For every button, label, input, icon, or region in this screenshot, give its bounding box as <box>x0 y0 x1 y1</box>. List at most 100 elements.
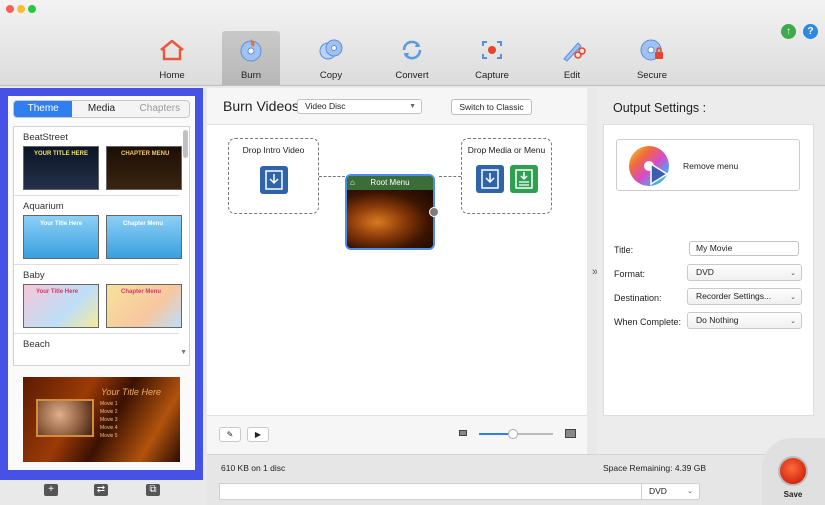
format-select[interactable]: DVD ⌄ <box>687 264 802 281</box>
root-menu-header: ⌂ Root Menu <box>347 176 433 190</box>
theme-thumb-baby-chapter[interactable]: Chapter Menu <box>106 284 182 328</box>
title-label: Title: <box>614 245 634 255</box>
preview-photo <box>36 399 94 437</box>
format-value: DVD <box>696 267 714 277</box>
output-settings-box: Remove menu Title: My Movie Format: DVD … <box>603 124 814 416</box>
link-handle-icon[interactable] <box>429 207 439 217</box>
toolbar-home[interactable]: Home <box>143 31 201 85</box>
disc-capacity-bar <box>219 483 643 500</box>
drop-media-label: Drop Media or Menu <box>467 145 546 155</box>
theme-list-scrollbar[interactable] <box>183 130 188 158</box>
toolbar-burn[interactable]: Burn <box>222 31 280 85</box>
add-theme-icon[interactable]: + <box>44 484 58 496</box>
duplicate-theme-icon[interactable]: ⧉ <box>146 484 160 496</box>
disc-format-value: DVD <box>649 486 667 496</box>
zoom-slider-knob[interactable] <box>508 429 518 439</box>
preview-item: Movie 4 <box>100 425 118 431</box>
switch-to-classic-button[interactable]: Switch to Classic <box>451 99 532 115</box>
tab-media[interactable]: Media <box>72 101 130 117</box>
root-menu-thumbnail <box>347 190 433 248</box>
preview-title: Your Title Here <box>101 387 161 397</box>
save-label: Save <box>783 490 803 499</box>
toolbar-copy[interactable]: Copy <box>302 31 360 85</box>
toolbar-capture[interactable]: Capture <box>463 31 521 85</box>
remove-menu-button[interactable]: Remove menu <box>616 139 800 191</box>
window-zoom-button[interactable] <box>28 5 36 13</box>
edit-icon <box>563 42 586 62</box>
menu-workspace[interactable]: Drop Intro Video ⌂ Root Menu Drop Media … <box>207 124 587 416</box>
burn-disc-icon <box>240 39 262 62</box>
replace-theme-icon[interactable]: ⇄ <box>94 484 108 496</box>
upgrade-arrow-icon[interactable]: ↑ <box>781 24 796 39</box>
theme-thumb-baby-title[interactable]: Your Title Here <box>23 284 99 328</box>
format-label: Format: <box>614 269 646 279</box>
preview-item: Movie 2 <box>100 409 118 415</box>
root-menu-label: Root Menu <box>370 178 410 187</box>
theme-thumb-aquarium-title[interactable]: Your Title Here <box>23 215 99 259</box>
large-image-icon <box>565 429 576 438</box>
burn-panel: Burn Videos Video Disc ▼ Switch to Class… <box>207 88 587 454</box>
theme-name-aquarium: Aquarium <box>23 201 64 212</box>
menu-import-icon <box>510 165 538 193</box>
chevron-down-icon: ⌄ <box>790 294 796 301</box>
play-preview-icon[interactable]: ▶ <box>247 427 269 442</box>
toolbar-convert[interactable]: Convert <box>383 31 441 85</box>
scroll-down-icon[interactable]: ▼ <box>180 349 187 356</box>
destination-select[interactable]: Recorder Settings... ⌄ <box>687 288 802 305</box>
toolbar-secure[interactable]: Secure <box>623 31 681 85</box>
tab-chapters[interactable]: Chapters <box>131 101 189 117</box>
when-complete-value: Do Nothing <box>696 315 739 325</box>
chevron-down-icon: ⌄ <box>790 270 796 277</box>
theme-list[interactable]: BeatStreet YOUR TITLE HERE CHAPTER MENU … <box>13 126 190 366</box>
copy-disc-icon <box>319 39 343 60</box>
theme-name-baby: Baby <box>23 270 45 281</box>
theme-thumb-aquarium-chapter[interactable]: Chapter Menu <box>106 215 182 259</box>
disc-type-select[interactable]: Video Disc ▼ <box>297 99 422 114</box>
toolbar-capture-label: Capture <box>475 70 509 81</box>
space-remaining-text: Space Remaining: 4.39 GB <box>603 463 707 473</box>
theme-thumb-beatstreet-chapter[interactable]: CHAPTER MENU <box>106 146 182 190</box>
window-close-button[interactable] <box>6 5 14 13</box>
toolbar-burn-label: Burn <box>240 70 262 81</box>
chevron-down-icon: ▼ <box>409 103 416 110</box>
connector-line <box>439 176 461 177</box>
theme-thumb-beatstreet-title[interactable]: YOUR TITLE HERE <box>23 146 99 190</box>
destination-value: Recorder Settings... <box>696 291 772 301</box>
title-input[interactable]: My Movie <box>689 241 799 256</box>
disc-format-select[interactable]: DVD ⌄ <box>641 483 700 500</box>
small-image-icon <box>459 430 467 436</box>
output-settings-title: Output Settings : <box>613 101 707 115</box>
capture-icon <box>482 41 502 59</box>
left-panel-tabs: Theme Media Chapters <box>13 100 190 118</box>
theme-name-beatstreet: BeatStreet <box>23 132 68 143</box>
root-menu-node[interactable]: ⌂ Root Menu <box>345 174 435 250</box>
window-minimize-button[interactable] <box>17 5 25 13</box>
toolbar-convert-label: Convert <box>395 70 429 81</box>
toolbar: Home Burn Copy Convert Capture Edit Secu… <box>0 0 825 86</box>
edit-menu-icon[interactable]: ✎ <box>219 427 241 442</box>
preview-item: Movie 1 <box>100 401 118 407</box>
toolbar-home-label: Home <box>159 70 185 81</box>
video-import-icon <box>476 165 504 193</box>
theme-preview: Your Title Here Movie 1 Movie 2 Movie 3 … <box>23 377 180 462</box>
tab-theme[interactable]: Theme <box>14 101 73 117</box>
preview-item: Movie 3 <box>100 417 118 423</box>
remove-menu-label: Remove menu <box>683 161 739 171</box>
chevron-down-icon: ⌄ <box>687 488 693 495</box>
drop-intro-video-zone[interactable]: Drop Intro Video <box>228 138 319 214</box>
disc-usage-text: 610 KB on 1 disc <box>221 463 286 473</box>
no-menu-disc-icon <box>629 146 669 186</box>
secure-disc-icon <box>640 39 663 61</box>
save-button[interactable] <box>778 456 808 486</box>
home-icon <box>160 39 184 61</box>
disc-type-value: Video Disc <box>305 101 346 111</box>
toolbar-edit[interactable]: Edit <box>543 31 601 85</box>
theme-name-beach: Beach <box>23 339 50 350</box>
divider <box>14 333 179 334</box>
when-complete-select[interactable]: Do Nothing ⌄ <box>687 312 802 329</box>
burn-title: Burn Videos <box>223 98 300 114</box>
when-complete-label: When Complete: <box>614 317 682 327</box>
home-icon: ⌂ <box>350 178 355 187</box>
drop-media-zone[interactable]: Drop Media or Menu <box>461 138 552 214</box>
help-icon[interactable]: ? <box>803 24 818 39</box>
